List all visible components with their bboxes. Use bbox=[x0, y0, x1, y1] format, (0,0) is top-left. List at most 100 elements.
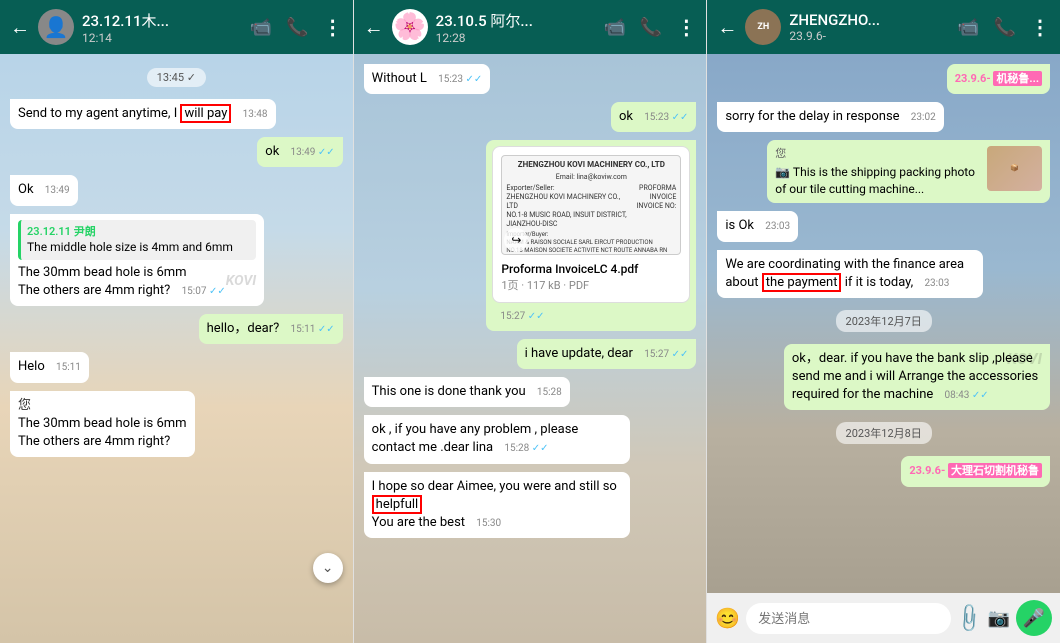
system-msg-row: 2023年12月8日 bbox=[717, 418, 1050, 448]
header-icons-3: 📹 📞 ⋮ bbox=[957, 15, 1050, 39]
back-button-2[interactable]: ← bbox=[364, 15, 384, 40]
msg-bubble: ok 15:23 ✓✓ bbox=[611, 102, 696, 132]
more-options-icon-2[interactable]: ⋮ bbox=[676, 15, 696, 39]
avatar-2: 🌸 bbox=[392, 9, 428, 45]
msg-row: Without L 15:23 ✓✓ bbox=[364, 64, 697, 94]
msg-text: 您 bbox=[18, 397, 187, 415]
msg-bubble: ok , if you have any problem , please co… bbox=[364, 415, 630, 463]
msg-row: sorry for the delay in response 23:02 bbox=[717, 102, 1050, 132]
date-divider-dec8: 2023年12月8日 bbox=[836, 422, 932, 444]
header-info-1: 23.12.11木... 12:14 bbox=[82, 10, 242, 45]
chat-header-3: ← ZH ZHENGZHO... 23.9.6- 📹 📞 ⋮ bbox=[707, 0, 1060, 54]
msg-row: ok , if you have any problem , please co… bbox=[364, 415, 697, 463]
contact-name-2: 23.10.5 阿尔... bbox=[436, 10, 596, 31]
msg-row: 您 The 30mm bead hole is 6mm The others a… bbox=[10, 391, 343, 458]
chat-header-2: ← 🌸 23.10.5 阿尔... 12:28 📹 📞 ⋮ bbox=[354, 0, 707, 54]
msg-bubble: 您 The 30mm bead hole is 6mm The others a… bbox=[10, 391, 195, 458]
system-msg-row: 2023年12月7日 bbox=[717, 306, 1050, 336]
msg-bubble-top-label: 23.9.6- 机秘鲁... bbox=[947, 64, 1050, 94]
msg-bubble: ok 13:49 ✓✓ bbox=[257, 137, 342, 167]
pdf-preview: ZHENGZHOU KOVI MACHINERY CO., LTD Email:… bbox=[501, 155, 681, 255]
voice-call-icon-3[interactable]: 📞 bbox=[994, 17, 1016, 38]
msg-row: ok 15:23 ✓✓ bbox=[364, 102, 697, 132]
msg-bubble: This one is done thank you 15:28 bbox=[364, 377, 570, 407]
attach-button[interactable]: 📎 bbox=[952, 601, 987, 636]
emoji-button[interactable]: 😊 bbox=[715, 606, 740, 630]
time-divider: 13:45 ✓ bbox=[147, 68, 206, 87]
chat-panel-2: ← 🌸 23.10.5 阿尔... 12:28 📹 📞 ⋮ Without L … bbox=[354, 0, 707, 643]
msg-bubble: hello，dear? 15:11 ✓✓ bbox=[199, 314, 343, 344]
msg-bubble: Send to my agent anytime, I will pay 13:… bbox=[10, 99, 276, 129]
pdf-msg-bubble: ZHENGZHOU KOVI MACHINERY CO., LTD Email:… bbox=[486, 140, 696, 330]
pink-label: 23.9.6- 机秘鲁... bbox=[955, 71, 1042, 86]
pdf-title: Proforma InvoiceLC 4.pdf bbox=[501, 261, 681, 278]
header-info-3: ZHENGZHO... 23.9.6- bbox=[789, 11, 949, 43]
back-button-3[interactable]: ← bbox=[717, 15, 737, 40]
msg-bubble-label2: 23.9.6- 大理石切割机秘鲁 bbox=[901, 456, 1050, 486]
msg-row: Send to my agent anytime, I will pay 13:… bbox=[10, 99, 343, 129]
msg-bubble: sorry for the delay in response 23:02 bbox=[717, 102, 943, 132]
msg-row: ZHENGZHOU KOVI MACHINERY CO., LTD Email:… bbox=[364, 140, 697, 330]
voice-call-icon-1[interactable]: 📞 bbox=[286, 17, 308, 38]
back-button-1[interactable]: ← bbox=[10, 15, 30, 40]
more-options-icon-1[interactable]: ⋮ bbox=[323, 15, 343, 39]
msg-bubble: KOVI ok，dear. if you have the bank slip … bbox=[784, 344, 1050, 411]
video-call-icon-1[interactable]: 📹 bbox=[250, 17, 272, 38]
msg-row: 您 📷 This is the shipping packing photo o… bbox=[717, 140, 1050, 203]
msg-row: We are coordinating with the finance are… bbox=[717, 250, 1050, 298]
quoted-message: 23.12.11 尹朗 The middle hole size is 4mm … bbox=[18, 220, 256, 260]
msg-bubble: We are coordinating with the finance are… bbox=[717, 250, 983, 298]
msg-row: KOVI ok，dear. if you have the bank slip … bbox=[717, 344, 1050, 411]
scroll-down-button[interactable]: ⌄ bbox=[313, 553, 343, 583]
highlighted-text-payment: the payment bbox=[762, 273, 842, 292]
system-msg-time: 13:45 ✓ bbox=[10, 64, 343, 91]
msg-row: 23.9.6- 大理石切割机秘鲁 bbox=[717, 456, 1050, 486]
chat-messages-3: 23.9.6- 机秘鲁... sorry for the delay in re… bbox=[707, 54, 1060, 593]
contact-name-3: ZHENGZHO... bbox=[789, 11, 949, 29]
msg-bubble: Without L 15:23 ✓✓ bbox=[364, 64, 491, 94]
msg-bubble: i have update, dear 15:27 ✓✓ bbox=[517, 339, 697, 369]
msg-row: Helo 15:11 bbox=[10, 352, 343, 382]
chat-messages-1: 13:45 ✓ Send to my agent anytime, I will… bbox=[0, 54, 353, 643]
msg-bubble-with-image: 您 📷 This is the shipping packing photo o… bbox=[767, 140, 1050, 203]
msg-row: 23.12.11 尹朗 The middle hole size is 4mm … bbox=[10, 214, 343, 307]
avatar-3: ZH bbox=[745, 9, 781, 45]
avatar-1: 👤 bbox=[38, 9, 74, 45]
highlighted-text: will pay bbox=[180, 104, 231, 123]
header-icons-2: 📹 📞 ⋮ bbox=[604, 15, 697, 39]
highlighted-text-helpfull: helpfull bbox=[372, 495, 423, 514]
chat-panel-1: ← 👤 23.12.11木... 12:14 📹 📞 ⋮ 13:45 ✓ Sen… bbox=[0, 0, 353, 643]
chat-input-bar-3: 😊 📎 📷 🎤 bbox=[707, 593, 1060, 643]
video-call-icon-3[interactable]: 📹 bbox=[957, 17, 979, 38]
msg-row: ok 13:49 ✓✓ bbox=[10, 137, 343, 167]
contact-status-2: 12:28 bbox=[436, 31, 596, 45]
msg-row: i have update, dear 15:27 ✓✓ bbox=[364, 339, 697, 369]
message-input[interactable] bbox=[746, 603, 950, 634]
msg-row: 23.9.6- 机秘鲁... bbox=[717, 64, 1050, 94]
pdf-info: Proforma InvoiceLC 4.pdf 1页 · 117 kB · P… bbox=[501, 261, 681, 293]
date-divider-dec7: 2023年12月7日 bbox=[836, 310, 932, 332]
msg-bubble: I hope so dear Aimee, you were and still… bbox=[364, 472, 630, 539]
header-icons-1: 📹 📞 ⋮ bbox=[250, 15, 343, 39]
msg-row: This one is done thank you 15:28 bbox=[364, 377, 697, 407]
msg-row: hello，dear? 15:11 ✓✓ bbox=[10, 314, 343, 344]
mic-button[interactable]: 🎤 bbox=[1016, 600, 1052, 636]
more-options-icon-3[interactable]: ⋮ bbox=[1030, 15, 1050, 39]
chat-header-1: ← 👤 23.12.11木... 12:14 📹 📞 ⋮ bbox=[0, 0, 353, 54]
contact-name-1: 23.12.11木... bbox=[82, 10, 242, 31]
msg-row: Ok 13:49 bbox=[10, 175, 343, 205]
msg-row: I hope so dear Aimee, you were and still… bbox=[364, 472, 697, 539]
pdf-attachment[interactable]: ZHENGZHOU KOVI MACHINERY CO., LTD Email:… bbox=[492, 146, 690, 302]
contact-status-1: 12:14 bbox=[82, 31, 242, 45]
pdf-meta: 1页 · 117 kB · PDF bbox=[501, 278, 681, 293]
contact-status-3: 23.9.6- bbox=[789, 29, 949, 43]
camera-button[interactable]: 📷 bbox=[988, 608, 1010, 629]
chat-messages-2: Without L 15:23 ✓✓ ok 15:23 ✓✓ ZHENGZHOU… bbox=[354, 54, 707, 643]
voice-call-icon-2[interactable]: 📞 bbox=[640, 17, 662, 38]
msg-bubble: 23.12.11 尹朗 The middle hole size is 4mm … bbox=[10, 214, 264, 307]
header-info-2: 23.10.5 阿尔... 12:28 bbox=[436, 10, 596, 45]
video-call-icon-2[interactable]: 📹 bbox=[604, 17, 626, 38]
msg-bubble: Ok 13:49 bbox=[10, 175, 78, 205]
chat-panel-3: ← ZH ZHENGZHO... 23.9.6- 📹 📞 ⋮ 23.9.6- 机… bbox=[707, 0, 1060, 643]
msg-bubble: is Ok 23:03 bbox=[717, 211, 798, 241]
